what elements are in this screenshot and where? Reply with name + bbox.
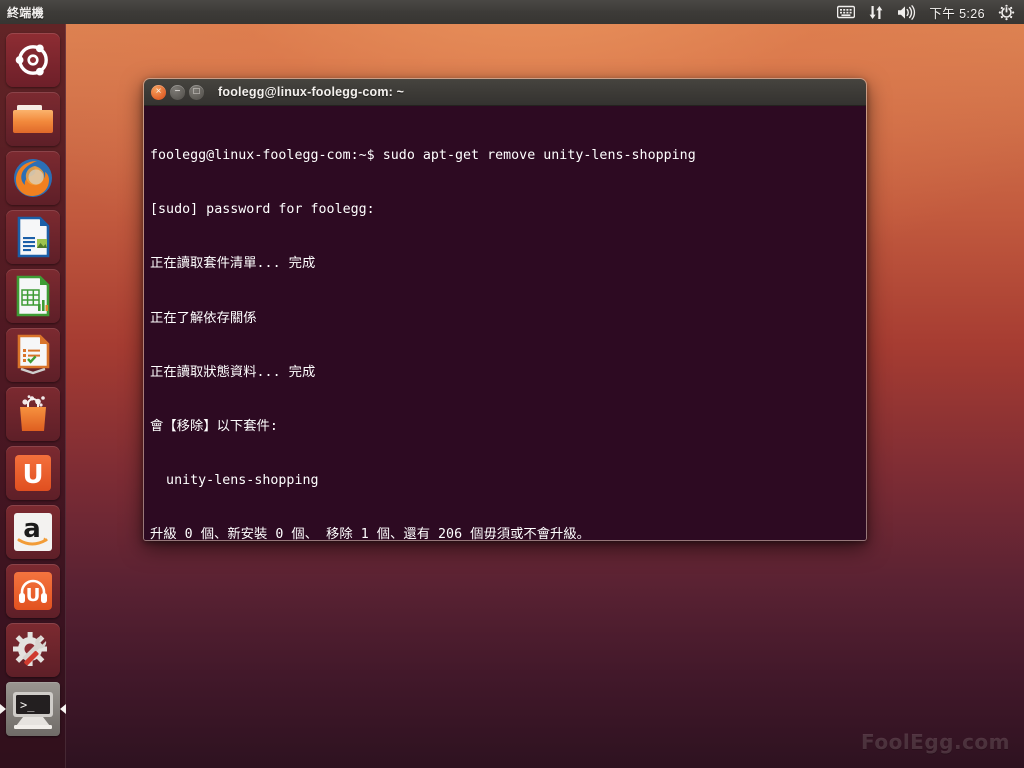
launcher-item-dash-home[interactable] [5, 33, 60, 87]
minimize-button[interactable]: − [170, 84, 185, 100]
terminal-output-area[interactable]: foolegg@linux-foolegg-com:~$ sudo apt-ge… [144, 106, 866, 541]
document-icon [17, 216, 49, 258]
terminal-window[interactable]: × − □ foolegg@linux-foolegg-com: ~ foole… [143, 78, 867, 541]
maximize-button[interactable]: □ [189, 84, 204, 100]
close-button[interactable]: × [151, 84, 166, 100]
running-indicator-right [59, 704, 66, 714]
launcher-item-libreoffice-calc[interactable] [5, 269, 60, 323]
svg-text:>_: >_ [20, 698, 35, 712]
launcher-item-terminal[interactable]: >_ [0, 682, 66, 736]
panel-app-title[interactable]: 終端機 [7, 4, 44, 21]
terminal-titlebar[interactable]: × − □ foolegg@linux-foolegg-com: ~ [144, 79, 866, 106]
watermark: FoolEgg.com [860, 730, 1010, 754]
window-title: foolegg@linux-foolegg-com: ~ [218, 85, 405, 99]
clock-indicator[interactable]: 下午 5:26 [929, 3, 985, 22]
launcher-item-libreoffice-writer[interactable] [5, 210, 60, 264]
ubuntu-logo-icon [15, 44, 48, 76]
volume-indicator-icon[interactable] [897, 4, 916, 20]
terminal-line: 正在讀取狀態資料... 完成 [150, 364, 316, 380]
terminal-line: unity-lens-shopping [150, 472, 319, 488]
launcher-item-files[interactable] [5, 92, 60, 146]
terminal-line: 會【移除】以下套件: [150, 418, 278, 434]
svg-text:U: U [25, 585, 40, 606]
folder-icon [12, 105, 53, 133]
terminal-line: 正在讀取套件清單... 完成 [150, 256, 316, 272]
terminal-line: 升級 0 個、新安裝 0 個、 移除 1 個、還有 206 個毋須或不會升級。 [150, 527, 590, 541]
running-indicator-left [0, 704, 6, 714]
ubuntu-one-icon: U [14, 455, 51, 491]
launcher-item-system-settings[interactable] [5, 623, 60, 677]
session-power-icon[interactable] [998, 4, 1015, 21]
headphones-icon: U [13, 572, 52, 610]
svg-text:a: a [23, 514, 41, 544]
launcher-item-software-center[interactable] [5, 387, 60, 441]
firefox-icon [13, 159, 52, 197]
terminal-line: [sudo] password for foolegg: [150, 202, 375, 218]
network-indicator-icon[interactable] [868, 5, 884, 20]
desktop: 終端機 下午 5:26 U a U >_ × − □ foolegg@linux… [0, 0, 1024, 768]
launcher-item-amazon[interactable]: a [5, 505, 60, 559]
launcher-item-libreoffice-impress[interactable] [5, 328, 60, 382]
panel-indicator-area: 下午 5:26 [837, 0, 1024, 24]
terminal-icon: >_ [12, 692, 53, 729]
terminal-line: foolegg@linux-foolegg-com:~$ sudo apt-ge… [150, 148, 696, 164]
unity-launcher: U a U >_ [0, 24, 66, 768]
launcher-item-ubuntu-one[interactable]: U [5, 446, 60, 500]
svg-text:U: U [22, 460, 43, 490]
launcher-item-ubuntu-one-music[interactable]: U [5, 564, 60, 618]
shopping-bag-icon [19, 395, 46, 431]
keyboard-indicator-icon[interactable] [837, 5, 856, 19]
spreadsheet-icon [16, 275, 49, 317]
launcher-item-firefox[interactable] [5, 151, 60, 205]
terminal-line: 正在了解依存關係 [150, 310, 257, 326]
presentation-icon [17, 334, 49, 375]
gear-wrench-icon [12, 632, 47, 666]
amazon-icon: a [13, 513, 52, 551]
top-panel: 終端機 下午 5:26 [0, 0, 1024, 24]
